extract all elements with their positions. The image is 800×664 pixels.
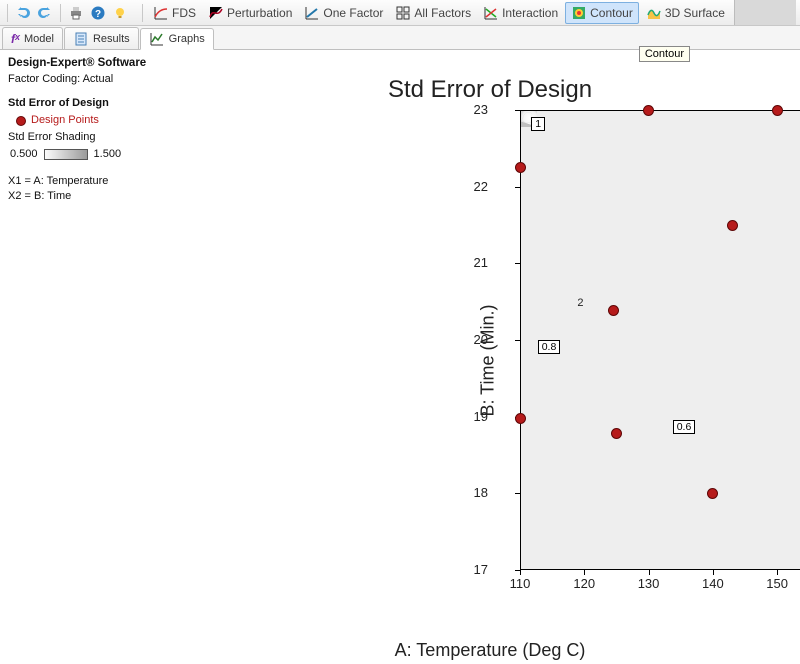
software-title: Design-Expert® Software (8, 56, 172, 72)
graph-interaction[interactable]: Interaction (478, 2, 563, 24)
fds-icon (153, 5, 169, 21)
results-icon (73, 31, 89, 47)
x-tick: 150 (762, 576, 792, 591)
onefactor-icon (304, 5, 320, 21)
graph-label: 3D Surface (665, 6, 725, 20)
svg-text:?: ? (95, 9, 101, 20)
design-point-icon (16, 116, 26, 126)
tab-label: Model (24, 33, 54, 45)
plot-area: Std Error of Design B: Time (Min.) A: Te… (180, 50, 800, 664)
graph-label: All Factors (414, 6, 471, 20)
graph-label: Contour (590, 6, 633, 20)
graph-label: One Factor (323, 6, 383, 20)
perturbation-icon (208, 5, 224, 21)
print-icon[interactable] (66, 3, 86, 23)
design-points-label: Design Points (31, 113, 99, 128)
graph-label: Perturbation (227, 6, 292, 20)
bulb-icon[interactable] (110, 3, 130, 23)
x-tick: 110 (505, 576, 535, 591)
contour-label: 0.6 (673, 420, 696, 434)
metric-header: Std Error of Design (8, 96, 172, 111)
design-point[interactable] (611, 428, 622, 439)
shade-min: 0.500 (10, 147, 38, 162)
x-tick: 140 (698, 576, 728, 591)
tab-bar: fx Model Results Graphs Contour (0, 26, 800, 50)
y-tick: 20 (462, 332, 488, 347)
tab-label: Results (93, 33, 130, 45)
graph-label: FDS (172, 6, 196, 20)
graph-all-factors[interactable]: All Factors (390, 2, 476, 24)
graph-fds[interactable]: FDS (148, 2, 201, 24)
design-point[interactable] (515, 162, 526, 173)
main-toolbar: ? FDS Perturbation One Factor All Factor… (0, 0, 800, 26)
graph-perturbation[interactable]: Perturbation (203, 2, 297, 24)
design-point[interactable] (772, 105, 783, 116)
redo-icon[interactable] (35, 3, 55, 23)
contour-label: 0.8 (538, 340, 561, 354)
x2-mapping: X2 = B: Time (8, 189, 172, 204)
graphs-icon (149, 31, 165, 47)
y-tick: 22 (462, 179, 488, 194)
tab-model[interactable]: fx Model (2, 27, 63, 49)
x-axis-label: A: Temperature (Deg C) (180, 640, 800, 661)
graph-one-factor[interactable]: One Factor (299, 2, 388, 24)
shade-max: 1.500 (94, 147, 122, 162)
x1-mapping: X1 = A: Temperature (8, 174, 172, 189)
contour-tooltip: Contour (639, 46, 690, 62)
y-tick: 18 (462, 485, 488, 500)
replicate-label: 2 (577, 297, 583, 309)
factor-coding: Factor Coding: Actual (8, 72, 172, 87)
y-axis-label: B: Time (Min.) (478, 304, 499, 416)
y-tick: 23 (462, 102, 488, 117)
contour-plot[interactable] (520, 110, 800, 570)
y-tick: 19 (462, 409, 488, 424)
tab-graphs[interactable]: Graphs (140, 28, 214, 50)
graph-label: Interaction (502, 6, 558, 20)
x-tick: 130 (634, 576, 664, 591)
plot-title: Std Error of Design (180, 76, 800, 104)
y-tick: 21 (462, 255, 488, 270)
undo-icon[interactable] (13, 3, 33, 23)
allfactors-icon (395, 5, 411, 21)
graph-contour[interactable]: Contour (565, 2, 639, 24)
interaction-icon (483, 5, 499, 21)
contour-label: 1 (531, 117, 545, 131)
shade-bar (44, 149, 88, 160)
graph-3dsurface[interactable]: 3D Surface (641, 2, 730, 24)
contour-icon (571, 5, 587, 21)
design-point[interactable] (515, 413, 526, 424)
y-tick: 17 (462, 562, 488, 577)
tab-results[interactable]: Results (64, 27, 139, 49)
tab-label: Graphs (169, 33, 205, 45)
3dsurface-icon (646, 5, 662, 21)
design-point[interactable] (727, 220, 738, 231)
fx-icon: fx (11, 32, 20, 46)
side-panel: Design-Expert® Software Factor Coding: A… (0, 50, 180, 664)
design-point[interactable] (608, 305, 619, 316)
help-icon[interactable]: ? (88, 3, 108, 23)
x-tick: 120 (569, 576, 599, 591)
design-point[interactable] (643, 105, 654, 116)
shading-label: Std Error Shading (8, 130, 172, 145)
